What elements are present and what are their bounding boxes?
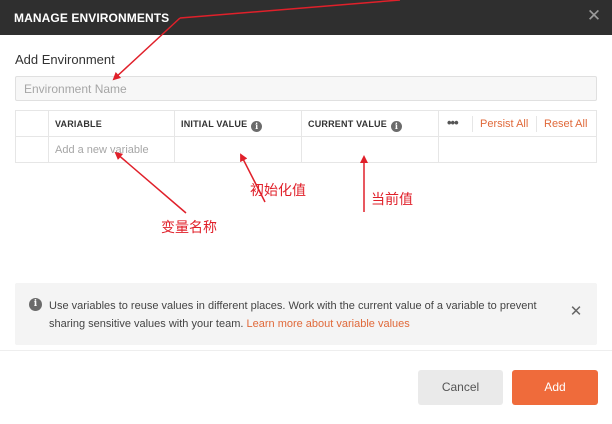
modal-title: MANAGE ENVIRONMENTS [14, 11, 170, 25]
header-initial-value-label: INITIAL VALUE [181, 119, 248, 129]
reset-all-button[interactable]: Reset All [544, 118, 587, 130]
header-variable: VARIABLE [49, 111, 175, 137]
info-icon: i [29, 298, 42, 311]
annotation-initial-value: 初始化值 [250, 183, 306, 199]
row-actions-cell [439, 137, 596, 163]
footer-divider [0, 350, 612, 351]
cancel-button[interactable]: Cancel [418, 370, 503, 405]
info-icon[interactable]: i [251, 121, 263, 132]
divider [472, 116, 473, 132]
header-actions: ••• Persist All Reset All [439, 111, 596, 137]
modal-titlebar: MANAGE ENVIRONMENTS ✕ [0, 0, 612, 35]
variables-table: VARIABLE INITIAL VALUE i CURRENT VALUE i •… [15, 110, 597, 163]
variable-cell [49, 137, 175, 163]
close-icon[interactable]: ✕ [586, 7, 602, 24]
initial-value-cell[interactable] [175, 137, 302, 163]
row-checkbox-cell [16, 137, 49, 163]
environment-name-input[interactable] [15, 76, 597, 101]
header-checkbox-cell [16, 111, 49, 137]
annotation-current-value: 当前值 [371, 192, 413, 208]
header-current-value-label: CURRENT VALUE [308, 119, 387, 129]
add-button[interactable]: Add [512, 370, 598, 405]
divider [536, 116, 537, 132]
info-icon[interactable]: i [390, 121, 402, 132]
table-row [16, 137, 596, 163]
info-banner: i Use variables to reuse values in diffe… [15, 283, 597, 345]
header-current-value: CURRENT VALUE i [302, 111, 439, 137]
annotation-variable-name: 变量名称 [161, 220, 217, 236]
close-icon[interactable]: ✕ [569, 304, 583, 319]
table-header-row: VARIABLE INITIAL VALUE i CURRENT VALUE i •… [16, 111, 596, 137]
header-variable-label: VARIABLE [55, 119, 102, 129]
new-variable-input[interactable] [55, 141, 169, 159]
persist-all-button[interactable]: Persist All [480, 118, 528, 130]
current-value-cell[interactable] [302, 137, 439, 163]
learn-more-link[interactable]: Learn more about variable values [247, 318, 410, 330]
header-initial-value: INITIAL VALUE i [175, 111, 302, 137]
section-title: Add Environment [15, 52, 115, 67]
info-message: Use variables to reuse values in differe… [49, 297, 554, 333]
more-options-icon[interactable]: ••• [447, 115, 459, 130]
